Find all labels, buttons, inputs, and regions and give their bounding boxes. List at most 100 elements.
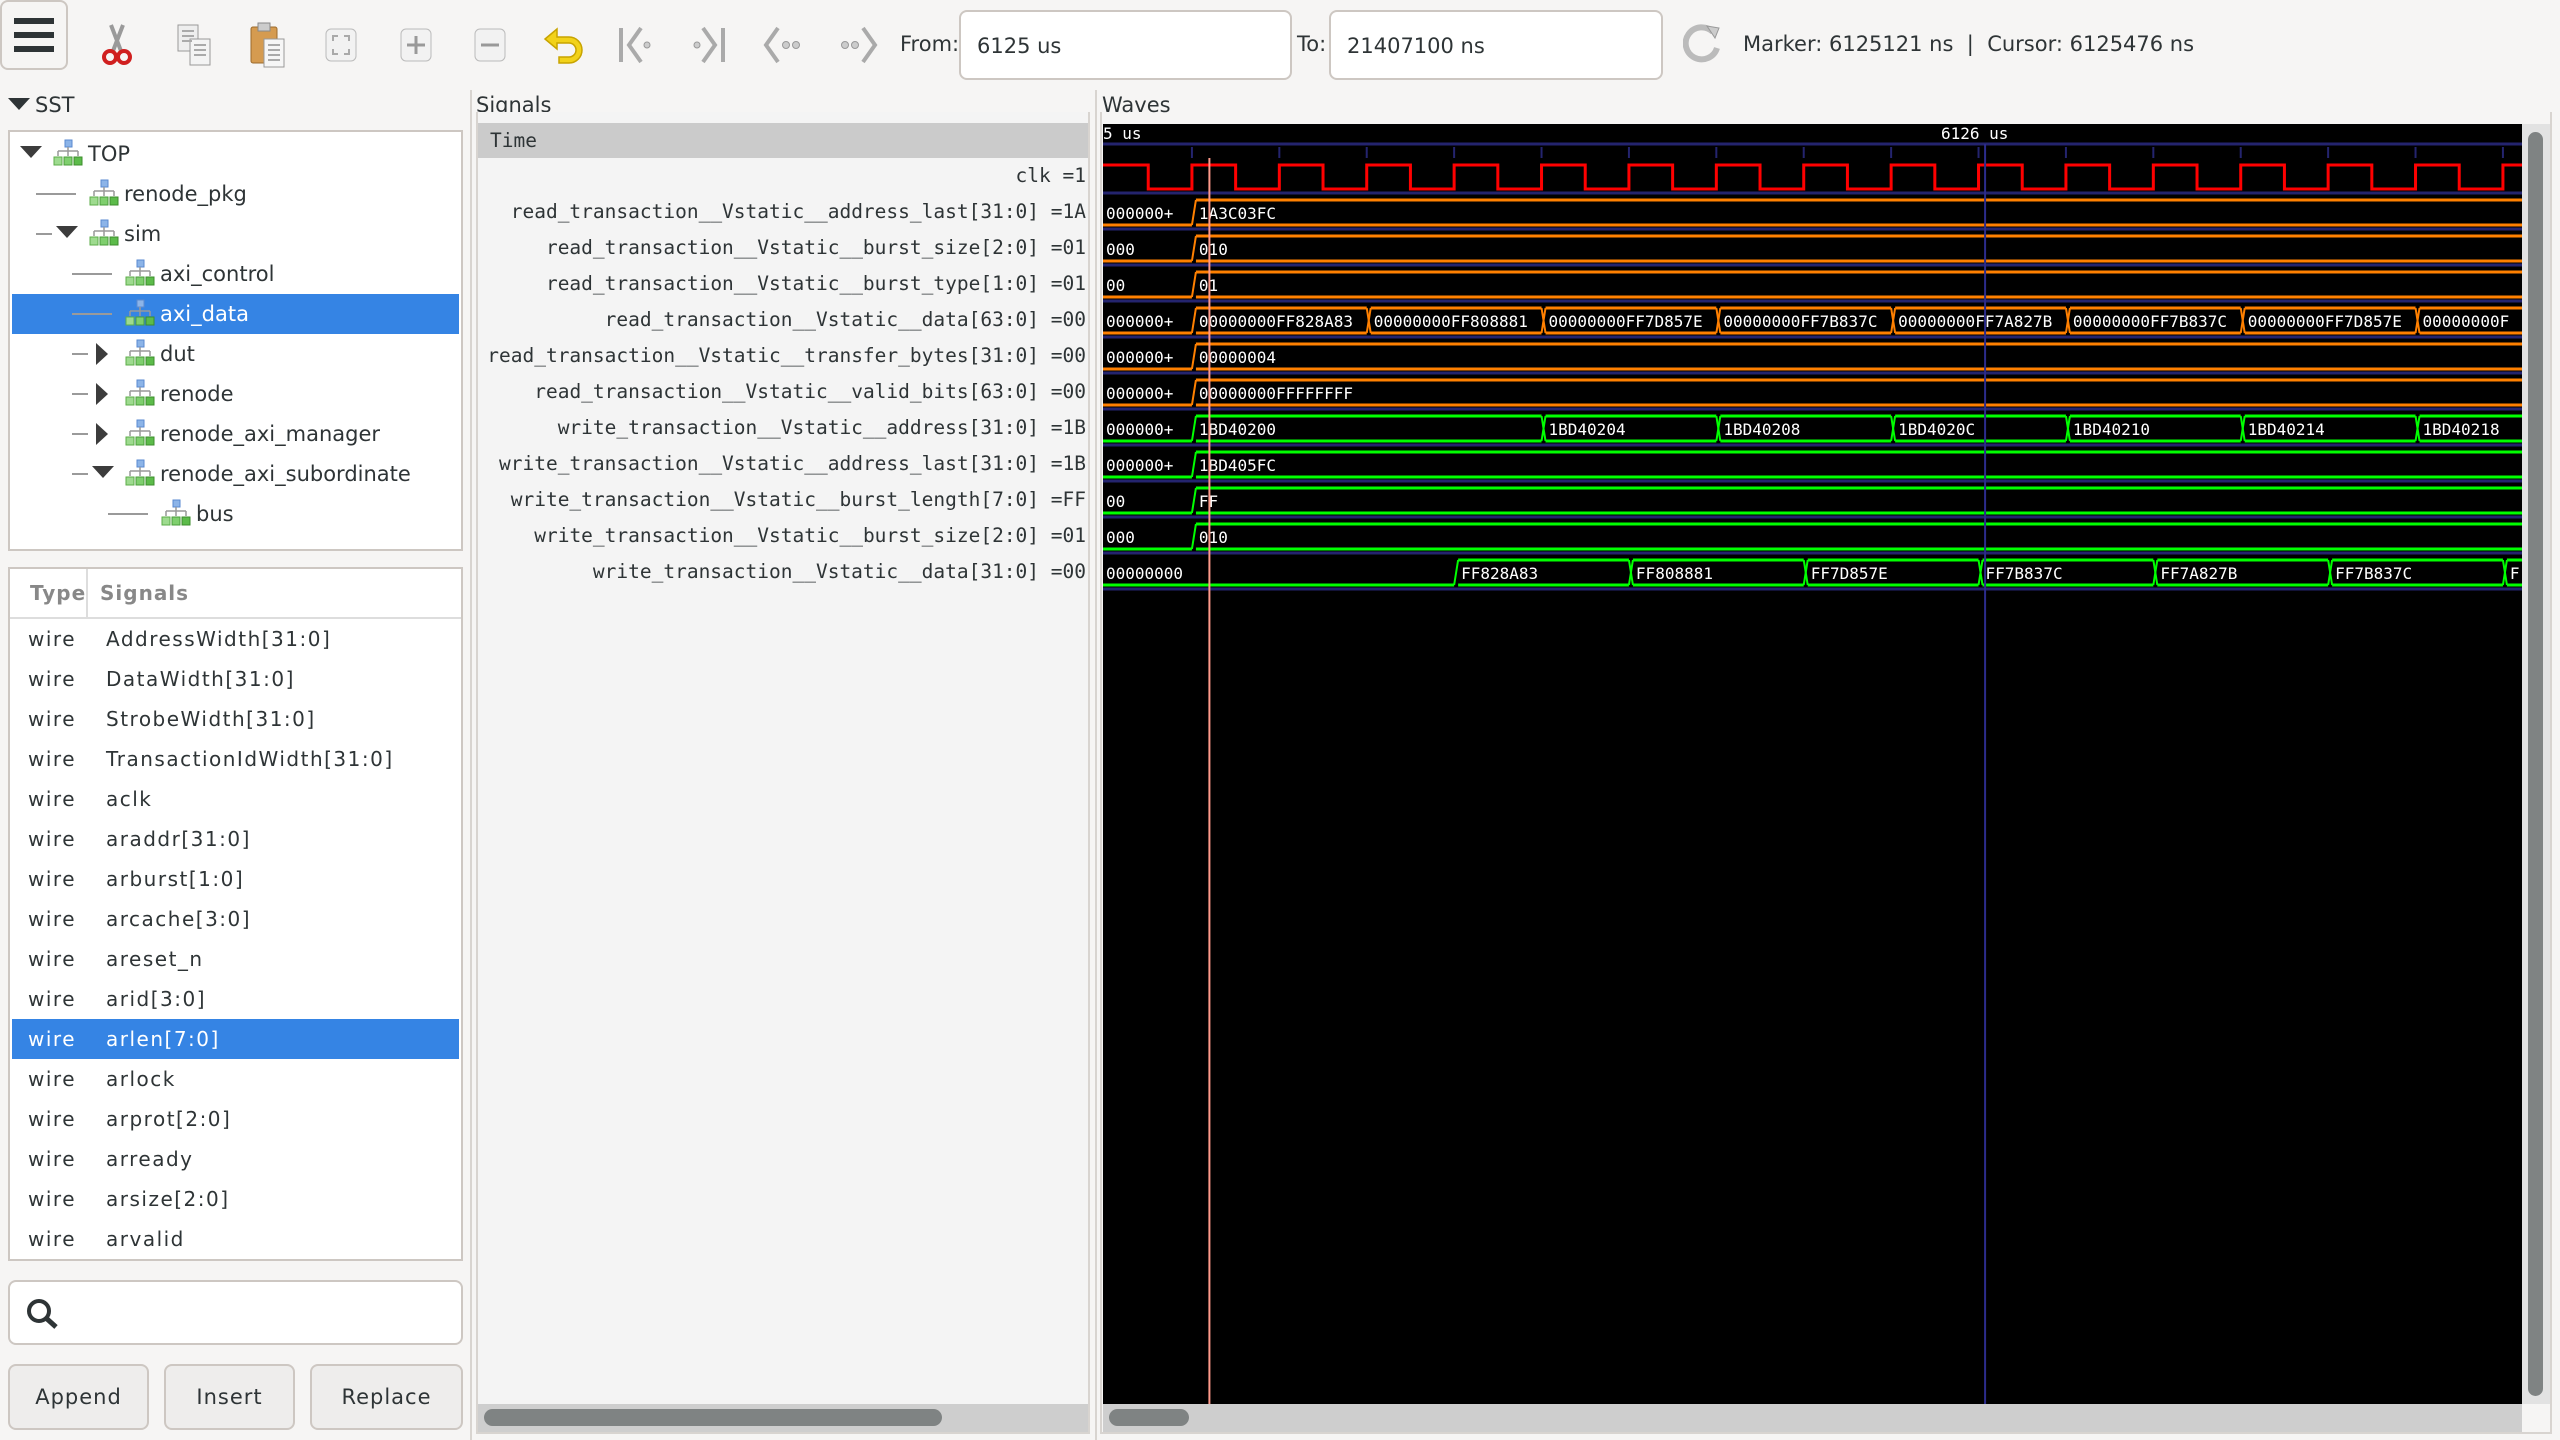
clk-waveform xyxy=(1103,163,2522,191)
trace-name-row[interactable]: write_transaction__Vstatic__address_last… xyxy=(478,447,1088,481)
insert-button[interactable]: Insert xyxy=(164,1364,295,1430)
waveform-canvas[interactable]: 5 us 6126 us 000000+1A3C03FC000010000100… xyxy=(1103,124,2522,1404)
tree-item-bus[interactable]: bus xyxy=(12,494,459,534)
tree-guide-line xyxy=(36,193,76,195)
tree-item-renode-axi-manager[interactable]: renode_axi_manager xyxy=(12,414,459,454)
signal-type: wire xyxy=(28,1027,77,1051)
tree-item-renode[interactable]: renode xyxy=(12,374,459,414)
signal-search-input[interactable] xyxy=(8,1280,463,1345)
bus-value-label: 00 xyxy=(1106,276,1125,295)
pane-divider[interactable] xyxy=(470,90,472,1440)
signal-type: wire xyxy=(28,747,77,771)
paste-icon[interactable] xyxy=(241,18,295,72)
zoom-fit-icon[interactable] xyxy=(314,18,368,72)
signal-list-item[interactable]: wire arlen[7:0] xyxy=(12,1019,459,1059)
tree-item-label: TOP xyxy=(88,142,131,166)
signal-name: areset_n xyxy=(106,947,204,971)
trace-name-row[interactable]: read_transaction__Vstatic__valid_bits[63… xyxy=(478,375,1088,409)
signal-list-item[interactable]: wire arlock xyxy=(12,1059,459,1099)
append-button[interactable]: Append xyxy=(8,1364,149,1430)
signal-list-item[interactable]: wire AddressWidth[31:0] xyxy=(12,619,459,659)
signal-list-item[interactable]: wire arvalid xyxy=(12,1219,459,1259)
pane-divider[interactable] xyxy=(1095,90,1097,1440)
column-header-signals[interactable]: Signals xyxy=(100,581,189,605)
bus-value-label: FF7A827B xyxy=(2160,564,2237,583)
expander-collapsed-icon[interactable] xyxy=(96,383,108,405)
trace-name-row[interactable]: clk =1 xyxy=(478,159,1088,193)
module-hierarchy-icon xyxy=(160,498,192,530)
next-edge-icon[interactable] xyxy=(830,18,884,72)
signal-names-list[interactable]: Time clk =1 read_transaction__Vstatic__ad… xyxy=(478,123,1088,1404)
signal-type: wire xyxy=(28,667,77,691)
expander-expanded-icon[interactable] xyxy=(92,466,114,478)
expander-expanded-icon[interactable] xyxy=(56,226,78,238)
signal-list-item[interactable]: wire aclk xyxy=(12,779,459,819)
signals-scroll-thumb[interactable] xyxy=(484,1409,942,1426)
signal-list-item[interactable]: wire araddr[31:0] xyxy=(12,819,459,859)
bus-trace: 000000+ 1BD40200 1BD40204 1BD40208 1BD4020C 1… xyxy=(1103,414,2522,443)
zoom-out-icon[interactable] xyxy=(463,18,517,72)
waves-vscroll-thumb[interactable] xyxy=(2528,132,2543,1396)
signal-type: wire xyxy=(28,707,77,731)
signal-type: wire xyxy=(28,907,77,931)
zoom-undo-icon[interactable] xyxy=(536,18,590,72)
tree-item-axi-data[interactable]: axi_data xyxy=(12,294,459,334)
signal-list-item[interactable]: wire arready xyxy=(12,1139,459,1179)
signal-list-item[interactable]: wire arprot[2:0] xyxy=(12,1099,459,1139)
signal-list-item[interactable]: wire StrobeWidth[31:0] xyxy=(12,699,459,739)
tree-item-TOP[interactable]: TOP xyxy=(12,134,459,174)
module-hierarchy-icon xyxy=(88,178,120,210)
trace-name-row[interactable]: write_transaction__Vstatic__burst_size[2… xyxy=(478,519,1088,553)
previous-edge-icon[interactable] xyxy=(757,18,811,72)
sst-expander-icon[interactable] xyxy=(8,98,30,110)
trace-name-row[interactable]: read_transaction__Vstatic__address_last[… xyxy=(478,195,1088,229)
trace-name-row[interactable]: write_transaction__Vstatic__data[31:0] =… xyxy=(478,555,1088,589)
hamburger-menu-icon[interactable] xyxy=(0,0,68,70)
signal-name: arready xyxy=(106,1147,194,1171)
tree-item-dut[interactable]: dut xyxy=(12,334,459,374)
expander-collapsed-icon[interactable] xyxy=(96,343,108,365)
signal-list-item[interactable]: wire arburst[1:0] xyxy=(12,859,459,899)
module-hierarchy-icon xyxy=(124,338,156,370)
copy-icon[interactable] xyxy=(167,18,221,72)
hierarchy-tree[interactable]: TOP renode_pkg sim axi_control axi_data dut re… xyxy=(8,130,463,551)
tree-guide-line xyxy=(72,353,88,355)
bus-value-label: 00 xyxy=(1106,492,1125,511)
signal-list-item[interactable]: wire areset_n xyxy=(12,939,459,979)
bus-value-label: FF828A83 xyxy=(1461,564,1538,583)
tree-item-renode-axi-subordinate[interactable]: renode_axi_subordinate xyxy=(12,454,459,494)
column-header-type[interactable]: Type xyxy=(30,581,86,605)
trace-name-row[interactable]: read_transaction__Vstatic__burst_size[2:… xyxy=(478,231,1088,265)
zoom-in-icon[interactable] xyxy=(389,18,443,72)
signal-list-item[interactable]: wire arsize[2:0] xyxy=(12,1179,459,1219)
signal-list-item[interactable]: wire TransactionIdWidth[31:0] xyxy=(12,739,459,779)
waves-horizontal-scrollbar[interactable] xyxy=(1103,1404,2522,1432)
bus-value-label: 000000+ xyxy=(1106,348,1173,367)
trace-name-row[interactable]: write_transaction__Vstatic__address[31:0… xyxy=(478,411,1088,445)
waves-hscroll-thumb[interactable] xyxy=(1109,1409,1189,1426)
signal-type: wire xyxy=(28,1067,77,1091)
signal-list-item[interactable]: wire arid[3:0] xyxy=(12,979,459,1019)
tree-item-axi-control[interactable]: axi_control xyxy=(12,254,459,294)
expander-collapsed-icon[interactable] xyxy=(96,423,108,445)
replace-button[interactable]: Replace xyxy=(310,1364,463,1430)
signal-list-item[interactable]: wire arcache[3:0] xyxy=(12,899,459,939)
expander-expanded-icon[interactable] xyxy=(20,146,42,158)
signals-horizontal-scrollbar[interactable] xyxy=(478,1404,1088,1432)
reload-icon[interactable] xyxy=(1676,18,1730,72)
from-time-input[interactable]: 6125 us xyxy=(959,10,1292,80)
transition-edge xyxy=(1190,379,1197,406)
trace-name-row[interactable]: write_transaction__Vstatic__burst_length… xyxy=(478,483,1088,517)
jump-to-start-icon[interactable] xyxy=(608,18,662,72)
signal-list-item[interactable]: wire DataWidth[31:0] xyxy=(12,659,459,699)
trace-name-row[interactable]: read_transaction__Vstatic__transfer_byte… xyxy=(478,339,1088,373)
trace-name-row[interactable]: read_transaction__Vstatic__data[63:0] =0… xyxy=(478,303,1088,337)
trace-name-row[interactable]: read_transaction__Vstatic__burst_type[1:… xyxy=(478,267,1088,301)
to-time-input[interactable]: 21407100 ns xyxy=(1329,10,1663,80)
signal-name: arsize[2:0] xyxy=(106,1187,230,1211)
jump-to-end-icon[interactable] xyxy=(682,18,736,72)
cut-icon[interactable] xyxy=(90,18,144,72)
waves-vertical-scrollbar[interactable] xyxy=(2522,124,2550,1404)
tree-item-sim[interactable]: sim xyxy=(12,214,459,254)
tree-item-renode-pkg[interactable]: renode_pkg xyxy=(12,174,459,214)
